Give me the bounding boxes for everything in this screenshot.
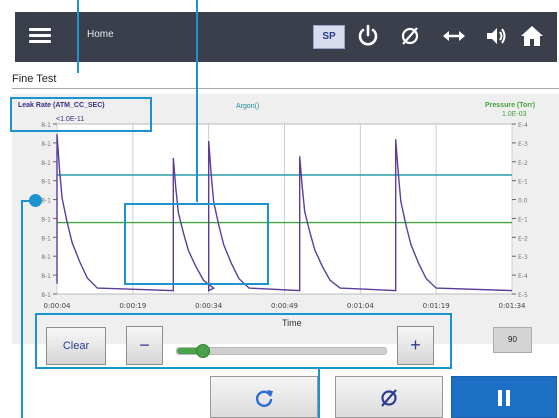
zero-icon — [381, 389, 397, 407]
divider — [12, 88, 559, 89]
y-right-tick-label: E-1 — [518, 179, 528, 186]
page-title: Fine Test — [12, 73, 57, 85]
y-right-tick-label: E-2 — [518, 235, 528, 242]
y-right-tick-label: E-1 — [518, 216, 528, 223]
zoom-value-box[interactable]: 90 — [493, 327, 532, 353]
top-nav-bar: Home SP — [15, 12, 557, 62]
menu-icon[interactable] — [29, 25, 51, 47]
zero-button[interactable] — [335, 376, 443, 418]
y-right-tick-label: 0.0 — [518, 198, 528, 205]
callout-line — [21, 200, 23, 418]
zoom-out-button[interactable]: − — [126, 326, 163, 365]
refresh-icon — [255, 390, 273, 407]
y-left-tick-label: 8-1 — [41, 216, 51, 223]
argon-label: Argon() — [236, 103, 260, 110]
x-tick-label: 0:00:34 — [195, 302, 223, 310]
y-right-tick-label: E-4 — [518, 122, 528, 129]
x-tick-label: 0:01:34 — [499, 302, 527, 310]
y-left-tick-label: 8-1 — [41, 179, 51, 186]
x-tick-label: 0:00:49 — [271, 302, 298, 310]
y-left-tick-label: 8-1 — [41, 273, 51, 280]
sp-button[interactable]: SP — [313, 25, 345, 49]
y-right-tick-label: E-3 — [518, 254, 528, 261]
callout-line — [196, 0, 198, 202]
y-left-tick-label: 8-1 — [41, 141, 51, 148]
x-tick-label: 0:00:04 — [44, 302, 72, 310]
y-left-tick-label: 8-1 — [41, 160, 51, 167]
y-right-tick-label: E-4 — [518, 273, 528, 280]
zoom-slider[interactable] — [176, 344, 387, 358]
callout-line — [318, 369, 320, 418]
slider-thumb[interactable] — [196, 344, 211, 358]
leak-rate-value: <1.0E-11 — [56, 116, 85, 123]
y-left-tick-label: 8-1 — [41, 235, 51, 242]
y-left-tick-label: 8-1 — [41, 198, 51, 205]
home-icon[interactable] — [519, 23, 545, 49]
refresh-button[interactable] — [210, 376, 318, 418]
volume-icon[interactable] — [483, 23, 509, 49]
zero-icon[interactable] — [397, 23, 423, 49]
clear-button[interactable]: Clear — [46, 327, 106, 365]
zoom-in-button[interactable]: + — [397, 326, 434, 365]
y-left-tick-label: 8-1 — [41, 292, 51, 299]
pause-icon — [498, 390, 510, 406]
x-tick-label: 0:01:19 — [423, 302, 450, 310]
pressure-label: Pressure (Torr) — [485, 102, 536, 109]
callout-line — [77, 0, 79, 73]
pause-button[interactable] — [451, 376, 557, 418]
leak-rate-label: Leak Rate (ATM_CC_SEC) — [18, 102, 105, 109]
callout-dot — [29, 194, 42, 207]
x-tick-label: 0:00:19 — [119, 302, 146, 310]
horizontal-arrows-icon[interactable] — [441, 23, 467, 49]
y-right-tick-label: E-3 — [518, 141, 528, 148]
power-icon[interactable] — [355, 23, 381, 49]
x-tick-label: 0:01:04 — [347, 302, 375, 310]
page-title-topbar: Home — [87, 29, 114, 40]
y-right-tick-label: E-2 — [518, 160, 528, 167]
y-left-tick-label: 8-1 — [41, 254, 51, 261]
y-right-tick-label: E-5 — [518, 292, 528, 299]
pressure-value: 1.0E-03 — [502, 111, 527, 118]
